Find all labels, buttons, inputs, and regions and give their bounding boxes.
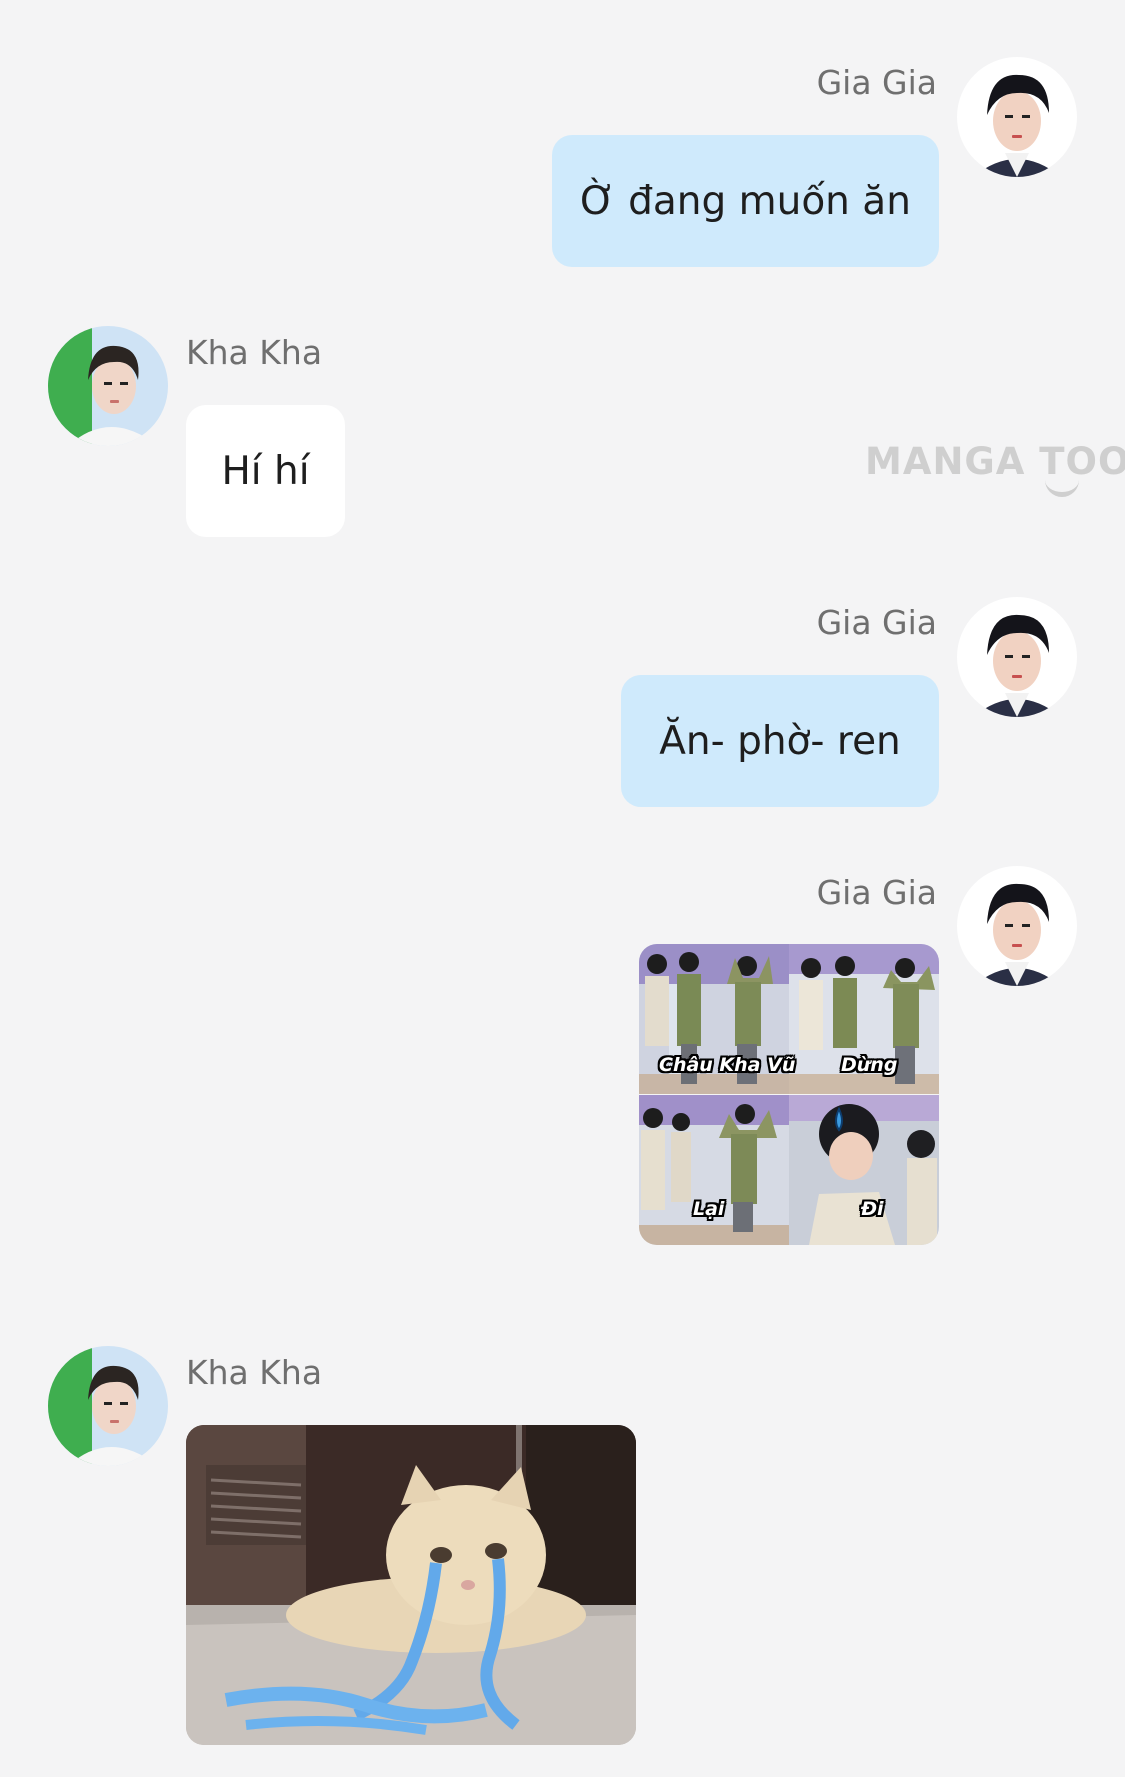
avatar-gia-gia-icon[interactable] (957, 866, 1077, 986)
message-text: Hí hí (221, 448, 310, 494)
avatar-gia-gia-icon[interactable] (957, 597, 1077, 717)
sender-name: Kha Kha (186, 333, 323, 372)
message-text: Ờ đang muốn ăn (580, 178, 911, 224)
avatar-kha-kha-icon[interactable] (48, 326, 168, 446)
meme-caption: Dừng (841, 1054, 898, 1076)
meme-caption: Lại (693, 1198, 725, 1220)
sender-name: Gia Gia (816, 603, 937, 642)
message-bubble[interactable]: Ăn- phờ- ren (621, 675, 939, 807)
meme-four-panel-image[interactable]: Châu Kha Vũ Dừng Lại Đi (639, 944, 939, 1245)
sender-name: Gia Gia (816, 63, 937, 102)
meme-caption: Đi (861, 1198, 884, 1220)
crying-cat-image[interactable] (186, 1425, 636, 1745)
sender-name: Kha Kha (186, 1353, 323, 1392)
message-bubble[interactable]: Ờ đang muốn ăn (552, 135, 939, 267)
watermark-text: MANGA TOON (865, 440, 1125, 483)
avatar-gia-gia-icon[interactable] (957, 57, 1077, 177)
avatar-kha-kha-icon[interactable] (48, 1346, 168, 1466)
meme-caption: Châu Kha Vũ (659, 1054, 796, 1076)
sender-name: Gia Gia (816, 873, 937, 912)
mangatoon-watermark: MANGA TOON (865, 440, 1125, 497)
message-bubble[interactable]: Hí hí (186, 405, 345, 537)
message-text: Ăn- phờ- ren (659, 718, 901, 764)
watermark-smile-icon (1045, 478, 1079, 497)
